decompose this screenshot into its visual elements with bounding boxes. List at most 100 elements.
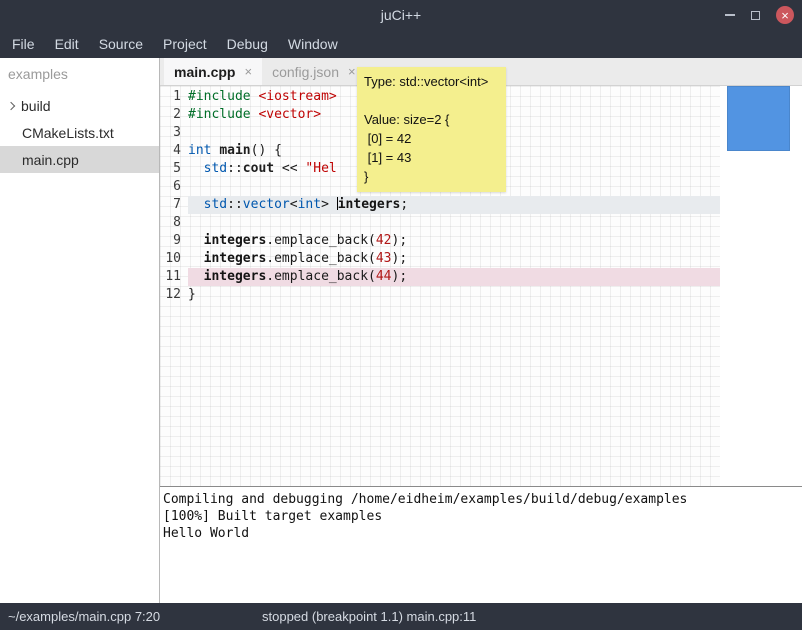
line-number[interactable]: 12 bbox=[160, 286, 188, 304]
menu-bar: FileEditSourceProjectDebugWindow bbox=[0, 30, 802, 58]
close-icon[interactable]: × bbox=[244, 64, 252, 79]
code-token: vector bbox=[243, 197, 290, 212]
tree-item-label: main.cpp bbox=[22, 152, 79, 168]
status-debug-state: stopped (breakpoint 1.1) main.cpp:11 bbox=[262, 609, 476, 624]
tab-config-json[interactable]: config.json× bbox=[262, 58, 366, 85]
minimize-icon[interactable] bbox=[725, 14, 735, 16]
code-token: ; bbox=[400, 197, 408, 212]
line-number[interactable]: 8 bbox=[160, 214, 188, 232]
line-number[interactable]: 2 bbox=[160, 106, 188, 124]
tooltip-line: Value: size=2 { bbox=[364, 110, 499, 129]
line-number[interactable]: 11 bbox=[160, 268, 188, 286]
code-line[interactable]: integers.emplace_back(42); bbox=[188, 232, 802, 250]
code-token: #include bbox=[188, 89, 251, 104]
code-token: "Hel bbox=[305, 161, 336, 176]
code-token: #include bbox=[188, 107, 251, 122]
debug-value-tooltip: Type: std::vector<int>Value: size=2 { [0… bbox=[357, 67, 506, 192]
code-token: ); bbox=[392, 269, 408, 284]
code-token: 42 bbox=[376, 233, 392, 248]
line-number[interactable]: 9 bbox=[160, 232, 188, 250]
tree-item-label: build bbox=[21, 98, 51, 114]
status-bar: ~/examples/main.cpp 7:20 stopped (breakp… bbox=[0, 603, 802, 630]
tooltip-line: [1] = 43 bbox=[364, 148, 499, 167]
line-number[interactable]: 1 bbox=[160, 88, 188, 106]
code-token: integers bbox=[338, 197, 401, 212]
tooltip-line: [0] = 42 bbox=[364, 129, 499, 148]
tab-main-cpp[interactable]: main.cpp × bbox=[164, 58, 262, 85]
console-line: Hello World bbox=[163, 525, 802, 542]
editor-line: 8 bbox=[160, 214, 802, 232]
editor-line: 11 integers.emplace_back(44); bbox=[160, 268, 802, 286]
code-token: . bbox=[266, 233, 274, 248]
editor-line: 9 integers.emplace_back(42); bbox=[160, 232, 802, 250]
scrollbar-thumb[interactable] bbox=[727, 86, 790, 151]
line-number[interactable]: 5 bbox=[160, 160, 188, 178]
file-browser: examples buildCMakeLists.txtmain.cpp bbox=[0, 58, 160, 603]
menu-item-window[interactable]: Window bbox=[278, 30, 348, 58]
line-number[interactable]: 3 bbox=[160, 124, 188, 142]
tree-item-label: CMakeLists.txt bbox=[22, 125, 114, 141]
code-token: main bbox=[219, 143, 250, 158]
code-token bbox=[188, 161, 204, 176]
code-token: . bbox=[266, 269, 274, 284]
code-token: integers bbox=[204, 233, 267, 248]
code-token: } bbox=[188, 287, 196, 302]
status-file-position: ~/examples/main.cpp 7:20 bbox=[8, 609, 160, 624]
code-token bbox=[188, 251, 204, 266]
editor-line: 7 std::vector<int> integers; bbox=[160, 196, 802, 214]
code-token bbox=[188, 233, 204, 248]
menu-item-source[interactable]: Source bbox=[89, 30, 153, 58]
code-token: :: bbox=[227, 161, 243, 176]
code-token bbox=[188, 269, 204, 284]
scrollbar-track bbox=[720, 86, 802, 486]
line-number[interactable]: 6 bbox=[160, 178, 188, 196]
restore-icon[interactable] bbox=[751, 11, 760, 20]
chevron-right-icon bbox=[7, 101, 15, 109]
file-tree: build CMakeLists.txt main.cpp bbox=[0, 92, 159, 173]
tooltip-line: Type: std::vector<int> bbox=[364, 72, 499, 91]
title-bar: juCi++ × bbox=[0, 0, 802, 30]
line-number[interactable]: 10 bbox=[160, 250, 188, 268]
code-line[interactable]: } bbox=[188, 286, 802, 304]
sidebar-item-cmakelists-txt[interactable]: CMakeLists.txt bbox=[0, 119, 159, 146]
code-token: ( bbox=[368, 251, 376, 266]
code-line[interactable]: std::vector<int> integers; bbox=[188, 196, 802, 214]
sidebar-item-main-cpp[interactable]: main.cpp bbox=[0, 146, 159, 173]
close-icon[interactable]: × bbox=[348, 64, 356, 79]
code-token: ); bbox=[392, 251, 408, 266]
code-token: <iostream> bbox=[258, 89, 336, 104]
tooltip-line: } bbox=[364, 167, 499, 186]
menu-item-project[interactable]: Project bbox=[153, 30, 217, 58]
code-token: () { bbox=[251, 143, 282, 158]
code-token: < bbox=[290, 197, 298, 212]
code-token: int bbox=[188, 143, 211, 158]
line-number[interactable]: 4 bbox=[160, 142, 188, 160]
menu-item-edit[interactable]: Edit bbox=[45, 30, 89, 58]
code-token: <vector> bbox=[258, 107, 321, 122]
tooltip-line bbox=[364, 91, 499, 110]
code-line[interactable] bbox=[188, 214, 802, 232]
code-token: emplace_back bbox=[274, 251, 368, 266]
code-token: > bbox=[321, 197, 337, 212]
close-window-button[interactable]: × bbox=[776, 6, 794, 24]
window-title: juCi++ bbox=[0, 7, 802, 23]
menu-item-file[interactable]: File bbox=[2, 30, 45, 58]
code-token: std bbox=[204, 197, 227, 212]
window-controls: × bbox=[725, 0, 794, 30]
code-token: ( bbox=[368, 269, 376, 284]
code-token: 44 bbox=[376, 269, 392, 284]
line-number[interactable]: 7 bbox=[160, 196, 188, 214]
editor-line: 12} bbox=[160, 286, 802, 304]
code-token: integers bbox=[204, 251, 267, 266]
menu-item-debug[interactable]: Debug bbox=[217, 30, 278, 58]
code-token: ( bbox=[368, 233, 376, 248]
sidebar-item-build[interactable]: build bbox=[0, 92, 159, 119]
output-console: Compiling and debugging /home/eidheim/ex… bbox=[160, 486, 802, 603]
tab-label: main.cpp bbox=[174, 64, 235, 80]
code-token: int bbox=[298, 197, 321, 212]
code-line[interactable]: integers.emplace_back(44); bbox=[188, 268, 802, 286]
code-token: ); bbox=[392, 233, 408, 248]
code-token: std bbox=[204, 161, 227, 176]
code-line[interactable]: integers.emplace_back(43); bbox=[188, 250, 802, 268]
console-line: [100%] Built target examples bbox=[163, 508, 802, 525]
